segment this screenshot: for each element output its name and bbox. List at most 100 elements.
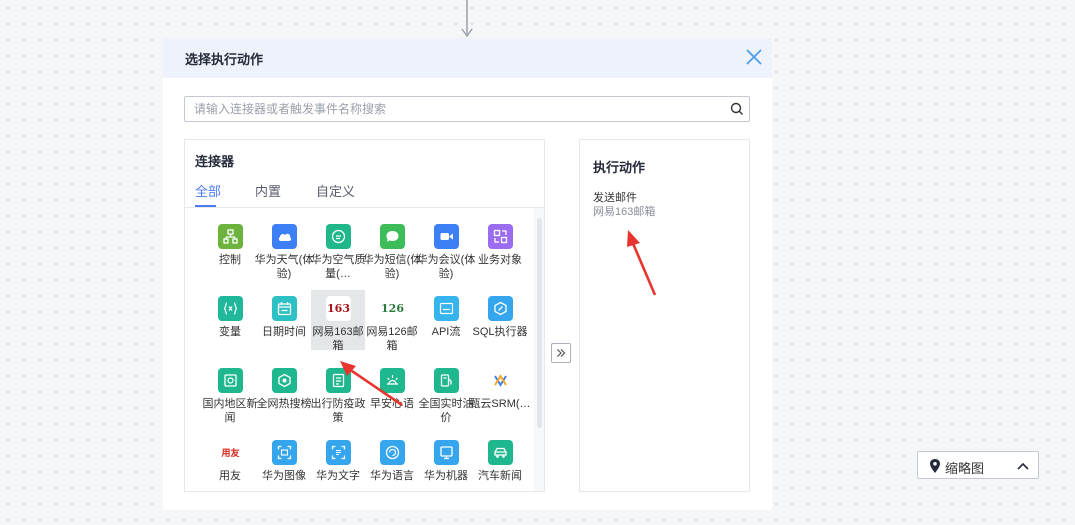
- connector-label: 网易126邮箱: [366, 326, 418, 352]
- connector-tile[interactable]: 控制: [203, 218, 257, 278]
- logo-text: 163: [327, 302, 350, 315]
- connector-label: API流: [431, 326, 461, 338]
- connector-tile[interactable]: 华为语言: [365, 434, 419, 491]
- connector-label: 国内地区新闻: [202, 398, 258, 424]
- calendar-icon: [272, 296, 297, 321]
- machine-icon: [434, 440, 459, 465]
- connector-label: 网易163邮箱: [312, 326, 364, 352]
- sunrise-icon: [380, 368, 405, 393]
- action-item-send-email[interactable]: 发送邮件 网易163邮箱: [593, 191, 655, 219]
- connector-label: 用友: [219, 470, 241, 482]
- connector-scrollbar-thumb[interactable]: [537, 218, 542, 428]
- text-scan-icon: [326, 440, 351, 465]
- search-field: [184, 96, 750, 122]
- connector-panel-title: 连接器: [195, 154, 235, 169]
- connector-tile[interactable]: API流: [419, 290, 473, 350]
- fuel-icon: [434, 368, 459, 393]
- connector-panel: 连接器 全部 内置 自定义 控制 华为天气(体验) 华为空气质量(… 华为短信(体验)…: [184, 139, 545, 492]
- connector-tile[interactable]: 国内地区新闻: [203, 362, 258, 424]
- srm-logo: [488, 368, 513, 393]
- sql-icon: [488, 296, 513, 321]
- search-input[interactable]: [185, 97, 705, 121]
- connector-tile[interactable]: SQL执行器: [472, 290, 528, 350]
- object-icon: [488, 224, 513, 249]
- move-right-button[interactable]: [551, 343, 571, 363]
- news-icon: [218, 368, 243, 393]
- connector-tile[interactable]: 业务对象: [473, 218, 527, 278]
- image-scan-icon: [272, 440, 297, 465]
- connector-tile[interactable]: 华为图像: [257, 434, 311, 491]
- policy-icon: [326, 368, 351, 393]
- connector-label: 华为天气(体验): [254, 254, 314, 280]
- connector-label: 华为语言: [370, 470, 414, 482]
- connector-tile[interactable]: 华为短信(体验): [363, 218, 421, 280]
- connector-tile[interactable]: 出行防疫政策: [311, 362, 366, 424]
- video-camera-icon: [434, 224, 459, 249]
- action-panel: 执行动作 发送邮件 网易163邮箱: [579, 139, 750, 492]
- connector-tile[interactable]: 126 网易126邮箱: [365, 290, 419, 352]
- connector-label: 控制: [219, 254, 241, 266]
- tab-builtin[interactable]: 内置: [255, 181, 281, 200]
- connector-tile[interactable]: 全国实时油价: [419, 362, 474, 424]
- action-name: 发送邮件: [593, 192, 637, 204]
- connector-label: SQL执行器: [472, 326, 528, 338]
- yonyou-logo: 用友: [218, 440, 243, 465]
- connector-tile[interactable]: 华为会议(体验): [417, 218, 475, 280]
- connector-label: 华为文字: [316, 470, 360, 482]
- connector-label: 变量: [219, 326, 241, 338]
- netease-126-logo: 126: [380, 296, 405, 321]
- api-icon: [434, 296, 459, 321]
- connector-tile[interactable]: 甄云SRM(…: [469, 362, 531, 422]
- logo-text: 用友: [221, 449, 240, 459]
- connector-label: 华为空气质量(…: [310, 254, 366, 280]
- dialog-header: 选择执行动作: [163, 38, 772, 78]
- minimap-label: 缩略图: [945, 461, 985, 476]
- chevron-up-icon: [1017, 462, 1029, 470]
- action-connector-name: 网易163邮箱: [593, 206, 656, 218]
- connector-label: 华为机器: [424, 470, 468, 482]
- connector-label: 甄云SRM(…: [469, 398, 531, 410]
- connector-tile[interactable]: 日期时间: [257, 290, 311, 350]
- logo-text: 126: [381, 302, 404, 315]
- connector-label: 早安心语: [370, 398, 414, 410]
- variable-icon: [218, 296, 243, 321]
- location-pin-icon: [930, 459, 940, 473]
- minimap-toggle-button[interactable]: 缩略图: [917, 451, 1039, 479]
- connector-tile[interactable]: 早安心语: [365, 362, 419, 422]
- connector-tile[interactable]: 华为天气(体验): [255, 218, 313, 280]
- connector-label: 全网热搜榜: [256, 398, 312, 410]
- connector-tile[interactable]: 华为空气质量(…: [311, 218, 366, 280]
- connector-grid: 控制 华为天气(体验) 华为空气质量(… 华为短信(体验) 华为会议(体验) 业务对象变量…: [185, 208, 534, 491]
- connector-label: 华为图像: [262, 470, 306, 482]
- connector-label: 华为会议(体验): [416, 254, 476, 280]
- select-action-dialog: 选择执行动作 连接器 全部 内置 自定义 控制华为天气(体验)华为空气质量(…华…: [163, 38, 772, 510]
- hot-search-icon: [272, 368, 297, 393]
- cloud-icon: [272, 224, 297, 249]
- dialog-title: 选择执行动作: [185, 52, 264, 67]
- connector-tile[interactable]: 汽车新闻: [473, 434, 527, 491]
- connector-tile[interactable]: 163 网易163邮箱: [311, 290, 365, 352]
- connector-tile[interactable]: 用友 用友: [203, 434, 257, 491]
- tab-all[interactable]: 全部: [195, 181, 221, 200]
- netease-163-logo: 163: [326, 296, 351, 321]
- connector-tile[interactable]: 华为文字: [311, 434, 365, 491]
- flow-connector-arrow: [461, 0, 473, 38]
- connector-tile[interactable]: 变量: [203, 290, 257, 350]
- connector-label: 华为短信(体验): [362, 254, 422, 280]
- close-icon[interactable]: [743, 46, 765, 68]
- connector-tile[interactable]: 华为机器: [419, 434, 473, 491]
- tab-custom[interactable]: 自定义: [316, 181, 355, 200]
- connector-label: 出行防疫政策: [310, 398, 366, 424]
- search-icon[interactable]: [729, 101, 745, 117]
- chat-bubble-icon: [380, 224, 405, 249]
- action-panel-title: 执行动作: [593, 160, 646, 175]
- connector-label: 全国实时油价: [418, 398, 474, 424]
- connector-label: 业务对象: [478, 254, 522, 266]
- air-quality-icon: [326, 224, 351, 249]
- car-icon: [488, 440, 513, 465]
- connector-label: 汽车新闻: [478, 470, 522, 482]
- connector-tile[interactable]: 全网热搜榜: [257, 362, 312, 422]
- flow-chart-icon: [218, 224, 243, 249]
- connector-label: 日期时间: [262, 326, 306, 338]
- language-icon: [380, 440, 405, 465]
